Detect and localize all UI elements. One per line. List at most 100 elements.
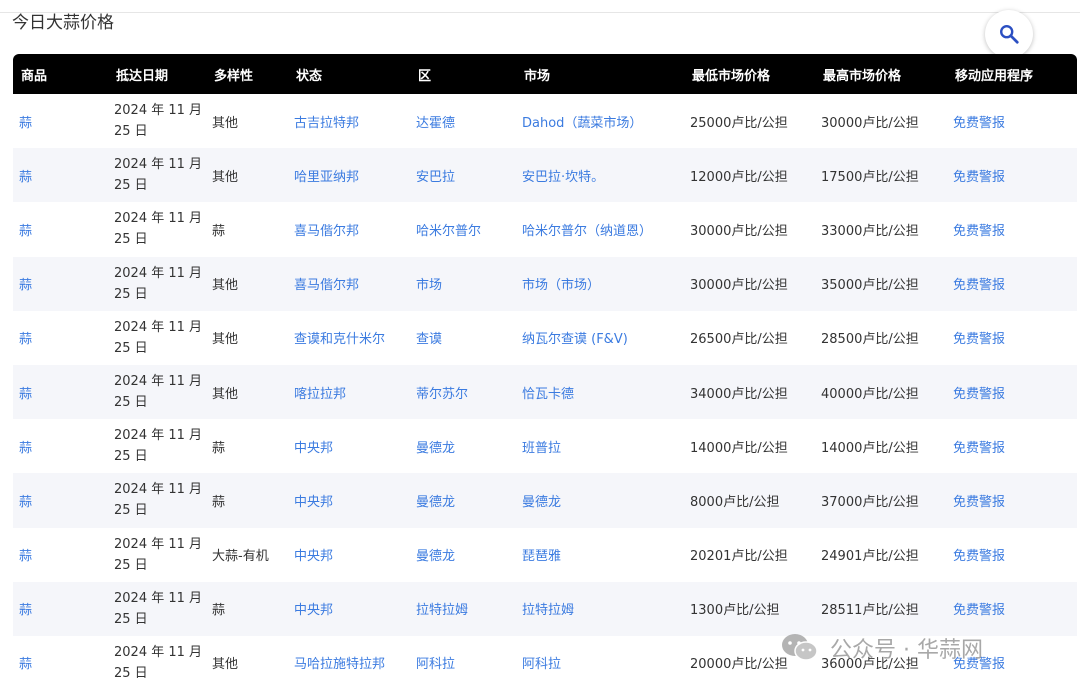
state-link[interactable]: 中央邦: [288, 419, 410, 473]
district-link[interactable]: 拉特拉姆: [410, 582, 516, 636]
state-link[interactable]: 喜马偕尔邦: [288, 202, 410, 256]
date-line-1: 2024 年 11 月: [114, 211, 203, 227]
search-button[interactable]: [985, 10, 1033, 58]
column-header: 最低市场价格: [692, 68, 771, 84]
commodity-link[interactable]: 蒜: [13, 419, 108, 473]
market-link[interactable]: Dahod（蔬菜市场）: [516, 94, 684, 148]
district-link[interactable]: 市场: [410, 257, 516, 311]
arrival-date: 2024 年 11 月 25 日: [108, 473, 206, 527]
district-link[interactable]: 曼德龙: [410, 528, 516, 582]
state-link[interactable]: 马哈拉施特拉邦: [288, 636, 410, 690]
free-alert-link[interactable]: 免费警报: [947, 528, 1077, 582]
date-line-2: 25 日: [114, 449, 148, 465]
arrival-date: 2024 年 11 月 25 日: [108, 94, 206, 148]
free-alert-link[interactable]: 免费警报: [947, 94, 1077, 148]
district-link[interactable]: 曼德龙: [410, 419, 516, 473]
market-link[interactable]: 恰瓦卡德: [516, 365, 684, 419]
commodity-link[interactable]: 蒜: [13, 202, 108, 256]
search-icon: [1000, 25, 1019, 44]
arrival-date: 2024 年 11 月 25 日: [108, 636, 206, 690]
date-line-2: 25 日: [114, 286, 148, 302]
table-row: 蒜 2024 年 11 月 25 日蒜中央邦 曼德龙 曼德龙 8000卢比/公担 37000…: [13, 473, 1077, 528]
free-alert-link[interactable]: 免费警报: [947, 311, 1077, 365]
date-line-1: 2024 年 11 月: [114, 428, 203, 444]
commodity-link[interactable]: 蒜: [13, 365, 108, 419]
free-alert-link[interactable]: 免费警报: [947, 257, 1077, 311]
commodity-link[interactable]: 蒜: [13, 636, 108, 690]
arrival-date: 2024 年 11 月 25 日: [108, 311, 206, 365]
min-price-cell: 25000卢比/公担: [690, 115, 788, 131]
column-header: 状态: [296, 68, 323, 84]
table-body: 蒜 2024 年 11 月 25 日 其他 古吉拉特邦 达霍德 Dahod（蔬菜市场） 250…: [13, 94, 1077, 690]
commodity-link[interactable]: 蒜: [13, 473, 108, 527]
market-link[interactable]: 班普拉: [516, 419, 684, 473]
state-link[interactable]: 中央邦: [288, 473, 410, 527]
district-link[interactable]: 阿科拉: [410, 636, 516, 690]
district-link[interactable]: 曼德龙: [410, 473, 516, 527]
table-row: 蒜 2024 年 11 月 25 日 其他 喀拉拉邦 蒂尔苏尔 恰瓦卡德 34000卢比/公担…: [13, 364, 1077, 420]
market-link[interactable]: 阿科拉: [516, 636, 684, 690]
arrival-date: 2024 年 11 月 25 日: [108, 419, 206, 473]
top-divider: [0, 12, 1080, 13]
commodity-link[interactable]: 蒜: [13, 582, 108, 636]
commodity-link[interactable]: 蒜: [13, 94, 108, 148]
min-price-cell: 30000卢比/公担: [690, 278, 788, 294]
variety-cell: 蒜: [212, 440, 226, 456]
date-line-1: 2024 年 11 月: [114, 103, 203, 119]
free-alert-link[interactable]: 免费警报: [947, 473, 1077, 527]
market-link[interactable]: 琵琶雅: [516, 528, 684, 582]
date-line-2: 25 日: [114, 665, 148, 681]
state-link[interactable]: 古吉拉特邦: [288, 94, 410, 148]
table-row: 蒜 2024 年 11 月 25 日蒜中央邦 拉特拉姆 拉特拉姆 1300卢比/公担 285…: [13, 581, 1077, 636]
state-link[interactable]: 中央邦: [288, 528, 410, 582]
state-link[interactable]: 喜马偕尔邦: [288, 257, 410, 311]
commodity-link[interactable]: 蒜: [13, 528, 108, 582]
min-price-cell: 26500卢比/公担: [690, 332, 788, 348]
state-link[interactable]: 喀拉拉邦: [288, 365, 410, 419]
min-price-cell: 14000卢比/公担: [690, 440, 788, 456]
market-link[interactable]: 哈米尔普尔（纳道恩）: [516, 202, 684, 256]
free-alert-link[interactable]: 免费警报: [947, 202, 1077, 256]
watermark: 公众号 · 华蒜网: [780, 632, 983, 664]
free-alert-link[interactable]: 免费警报: [947, 582, 1077, 636]
date-line-1: 2024 年 11 月: [114, 482, 203, 498]
variety-cell: 其他: [212, 278, 239, 294]
free-alert-link[interactable]: 免费警报: [947, 148, 1077, 202]
commodity-link[interactable]: 蒜: [13, 311, 108, 365]
market-link[interactable]: 市场（市场）: [516, 257, 684, 311]
district-link[interactable]: 达霍德: [410, 94, 516, 148]
commodity-link[interactable]: 蒜: [13, 148, 108, 202]
max-price-cell: 30000卢比/公担: [821, 115, 919, 131]
commodity-link[interactable]: 蒜: [13, 257, 108, 311]
column-header: 商品: [21, 68, 48, 84]
market-link[interactable]: 曼德龙: [516, 473, 684, 527]
district-link[interactable]: 哈米尔普尔: [410, 202, 516, 256]
column-header: 最高市场价格: [823, 68, 902, 84]
max-price-cell: 17500卢比/公担: [821, 169, 919, 185]
date-line-1: 2024 年 11 月: [114, 157, 203, 173]
date-line-1: 2024 年 11 月: [114, 265, 203, 281]
max-price-cell: 40000卢比/公担: [821, 386, 919, 402]
max-price-cell: 28500卢比/公担: [821, 332, 919, 348]
table-header-row: 商品 抵达日期 多样性 状态 区 市场 最低市场价格 最高市场价格 移动应用程序: [13, 54, 1077, 94]
wechat-icon: [782, 634, 818, 661]
max-price-cell: 24901卢比/公担: [821, 549, 919, 565]
district-link[interactable]: 蒂尔苏尔: [410, 365, 516, 419]
arrival-date: 2024 年 11 月 25 日: [108, 257, 206, 311]
district-link[interactable]: 查谟: [410, 311, 516, 365]
state-link[interactable]: 查谟和克什米尔: [288, 311, 410, 365]
table-row: 蒜 2024 年 11 月 25 日 其他 古吉拉特邦 达霍德 Dahod（蔬菜市场） 250…: [13, 94, 1077, 148]
arrival-date: 2024 年 11 月 25 日: [108, 528, 206, 582]
market-link[interactable]: 拉特拉姆: [516, 582, 684, 636]
variety-cell: 其他: [212, 169, 239, 185]
state-link[interactable]: 哈里亚纳邦: [288, 148, 410, 202]
state-link[interactable]: 中央邦: [288, 582, 410, 636]
table-row: 蒜 2024 年 11 月 25 日蒜中央邦 曼德龙 班普拉 14000卢比/公担 1400…: [13, 419, 1077, 473]
free-alert-link[interactable]: 免费警报: [947, 419, 1077, 473]
date-line-2: 25 日: [114, 395, 148, 411]
free-alert-link[interactable]: 免费警报: [947, 365, 1077, 419]
market-link[interactable]: 安巴拉·坎特。: [516, 148, 684, 202]
column-header: 抵达日期: [116, 68, 169, 84]
district-link[interactable]: 安巴拉: [410, 148, 516, 202]
market-link[interactable]: 纳瓦尔查谟 (F&V): [516, 311, 684, 365]
